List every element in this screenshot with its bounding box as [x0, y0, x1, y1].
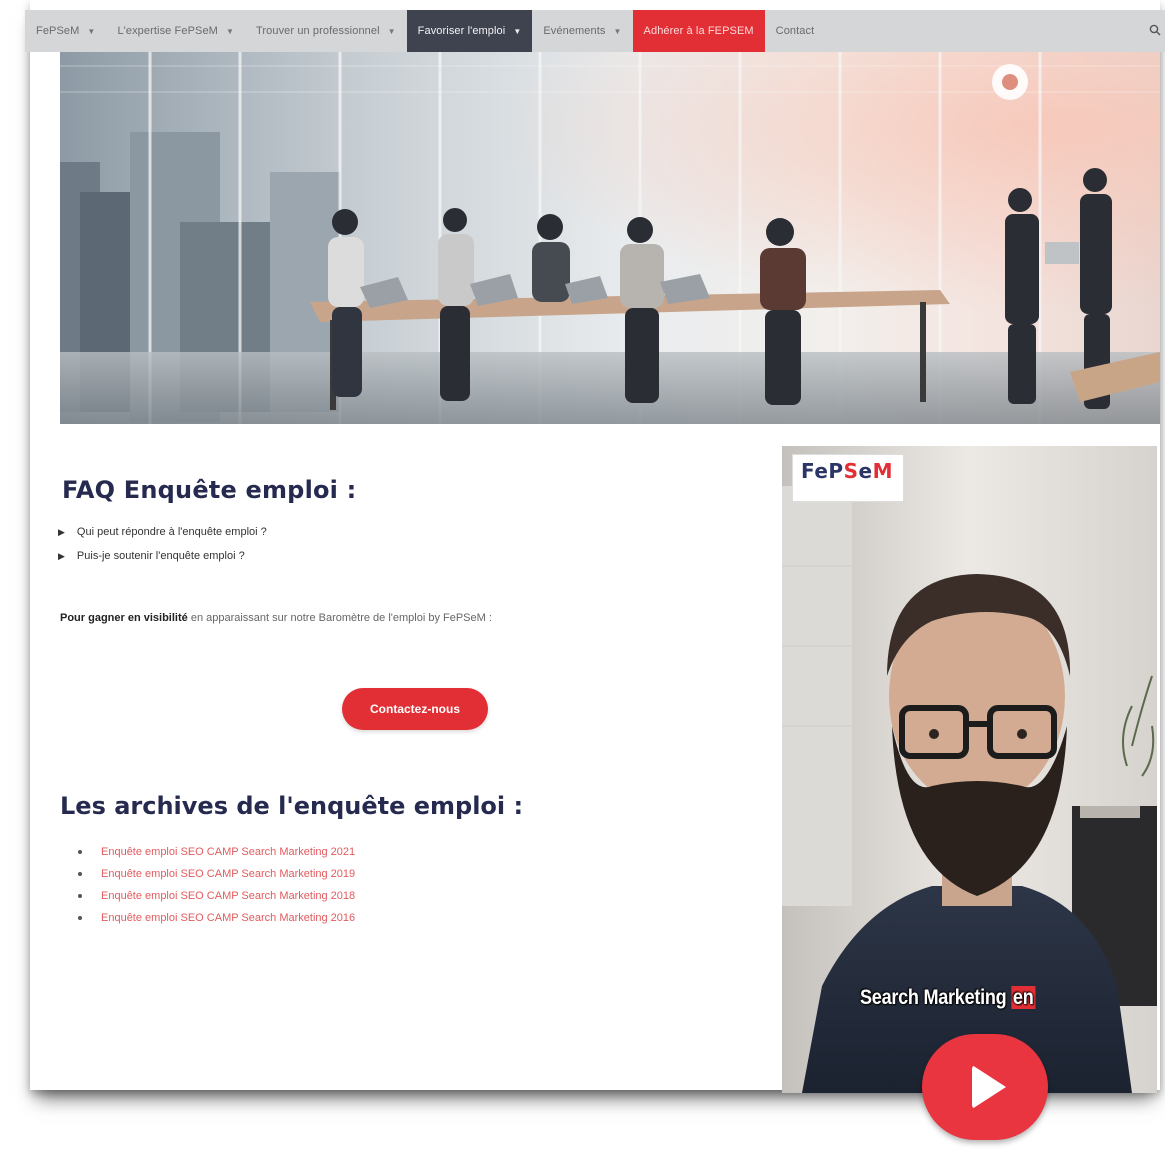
- play-icon: [972, 1065, 1006, 1109]
- nav-item-contact[interactable]: Contact: [765, 10, 826, 52]
- main-nav: FePSeM ▼ L'expertise FePSeM ▼ Trouver un p…: [25, 10, 1165, 52]
- bullet-icon: [78, 850, 82, 854]
- visibility-text: Pour gagner en visibilité en apparaissan…: [60, 612, 492, 624]
- caret-right-icon: ▶: [58, 526, 65, 537]
- archive-item: Enquête emploi SEO CAMP Search Marketing…: [78, 890, 355, 902]
- chevron-down-icon: ▼: [613, 26, 622, 36]
- chevron-down-icon: ▼: [87, 26, 96, 36]
- play-button[interactable]: [922, 1034, 1048, 1140]
- caption-main: Search Marketing: [860, 986, 1012, 1009]
- nav-item-label: Contact: [775, 25, 815, 37]
- archive-link[interactable]: Enquête emploi SEO CAMP Search Marketing…: [101, 890, 355, 902]
- chevron-down-icon: ▼: [387, 26, 396, 36]
- nav-item-label: FePSeM: [36, 25, 80, 37]
- visibility-rest: en apparaissant sur notre Baromètre de l…: [187, 612, 492, 624]
- hero-image: [60, 52, 1160, 424]
- nav-item-label: Evénements: [543, 25, 606, 37]
- archive-link[interactable]: Enquête emploi SEO CAMP Search Marketing…: [101, 868, 355, 880]
- caption-highlight: en: [1011, 986, 1036, 1009]
- caret-right-icon: ▶: [58, 550, 65, 561]
- archive-link[interactable]: Enquête emploi SEO CAMP Search Marketing…: [101, 912, 355, 924]
- archive-item: Enquête emploi SEO CAMP Search Marketing…: [78, 846, 355, 858]
- chevron-down-icon: ▼: [225, 26, 234, 36]
- video-caption: Search Marketing en: [860, 986, 1036, 1010]
- archive-list: Enquête emploi SEO CAMP Search Marketing…: [78, 846, 355, 934]
- archive-link[interactable]: Enquête emploi SEO CAMP Search Marketing…: [101, 846, 355, 858]
- archive-item: Enquête emploi SEO CAMP Search Marketing…: [78, 868, 355, 880]
- nav-item-favoriser-emploi[interactable]: Favoriser l'emploi ▼: [406, 10, 533, 52]
- fepsem-logo: FePSeM: [792, 454, 904, 502]
- nav-item-evenements[interactable]: Evénements ▼: [532, 10, 632, 52]
- nav-item-label: L'expertise FePSeM: [117, 25, 218, 37]
- faq-item[interactable]: ▶ Qui peut répondre à l'enquête emploi ?: [58, 526, 267, 538]
- nav-item-adherer[interactable]: Adhérer à la FEPSEM: [632, 10, 765, 52]
- bullet-icon: [78, 916, 82, 920]
- archives-title: Les archives de l'enquête emploi :: [60, 792, 524, 820]
- nav-item-label: Trouver un professionnel: [255, 25, 380, 37]
- nav-item-fepsem[interactable]: FePSeM ▼: [25, 10, 106, 52]
- nav-item-expertise[interactable]: L'expertise FePSeM ▼: [106, 10, 245, 52]
- faq-list: ▶ Qui peut répondre à l'enquête emploi ?…: [58, 526, 267, 574]
- contact-button[interactable]: Contactez-nous: [342, 688, 488, 730]
- visibility-bold: Pour gagner en visibilité: [60, 612, 188, 624]
- nav-item-label: Adhérer à la FEPSEM: [643, 25, 754, 37]
- faq-title: FAQ Enquête emploi :: [62, 476, 357, 504]
- bullet-icon: [78, 872, 82, 876]
- faq-question: Puis-je soutenir l'enquête emploi ?: [76, 550, 245, 562]
- bullet-icon: [78, 894, 82, 898]
- video-thumbnail[interactable]: FePSeM Search Marketing en: [782, 446, 1157, 1093]
- nav-item-trouver[interactable]: Trouver un professionnel ▼: [245, 10, 407, 52]
- faq-item[interactable]: ▶ Puis-je soutenir l'enquête emploi ?: [58, 550, 267, 562]
- chevron-down-icon: ▼: [513, 26, 522, 36]
- search-icon[interactable]: [1149, 24, 1165, 39]
- archive-item: Enquête emploi SEO CAMP Search Marketing…: [78, 912, 355, 924]
- faq-question: Qui peut répondre à l'enquête emploi ?: [76, 526, 267, 538]
- nav-item-label: Favoriser l'emploi: [417, 25, 506, 37]
